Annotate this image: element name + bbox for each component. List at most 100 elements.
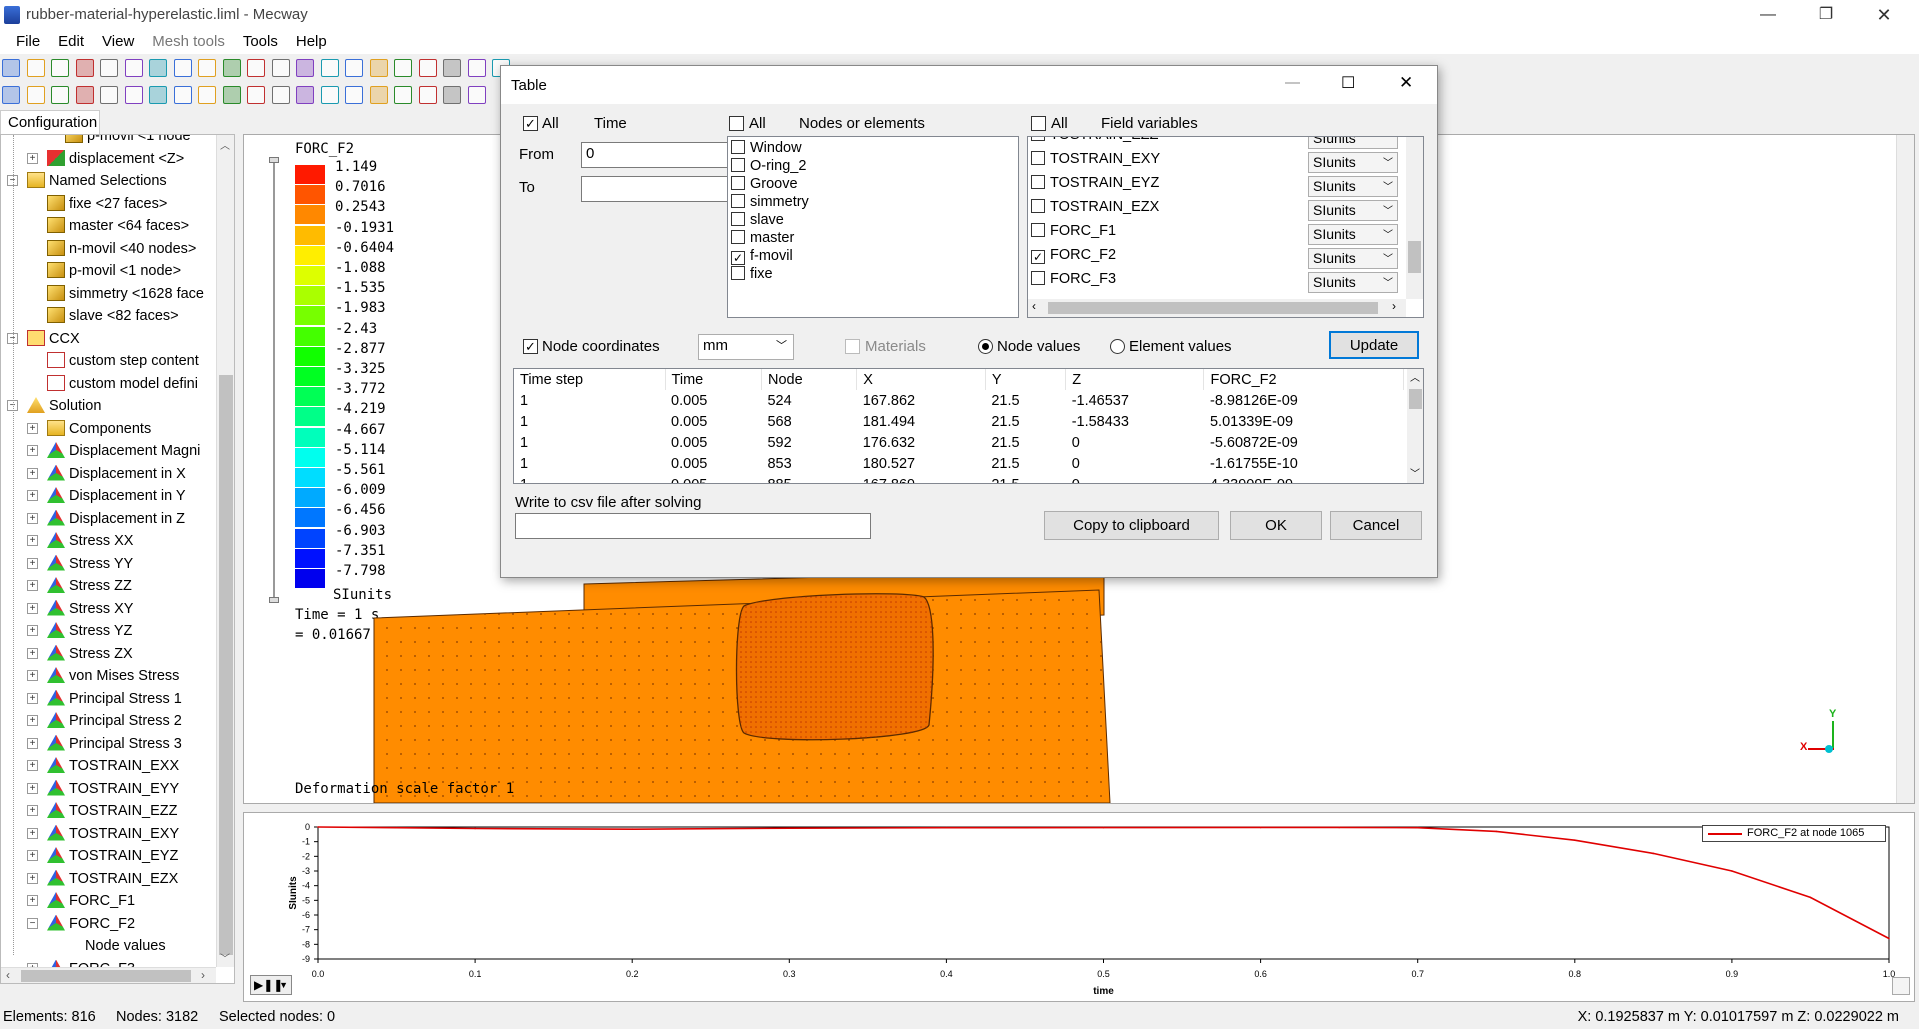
- tree-item[interactable]: Stress YY: [47, 553, 133, 575]
- field-unit-dropdown-icon[interactable]: ﹀: [1383, 137, 1393, 145]
- tree-expand-icon[interactable]: +: [27, 625, 38, 636]
- tb2-tool-19-icon[interactable]: [443, 86, 461, 104]
- tree-expand-icon[interactable]: +: [27, 872, 38, 884]
- tree-item[interactable]: Stress ZX: [47, 643, 133, 665]
- tb2-tool-14-icon[interactable]: [320, 86, 339, 104]
- element-values-radio[interactable]: [1110, 339, 1125, 354]
- tree-expand-icon[interactable]: −: [27, 917, 38, 929]
- tree-item[interactable]: Stress ZZ: [47, 575, 132, 597]
- coord-unit-dropdown-icon[interactable]: ﹀: [776, 337, 787, 353]
- node-set-checkbox[interactable]: [731, 266, 745, 280]
- tb2-tool-1-icon[interactable]: [2, 86, 20, 104]
- field-item[interactable]: TOSTRAIN_EZZ: [1031, 137, 1159, 149]
- node-set-checkbox[interactable]: [731, 212, 745, 226]
- tree-expand-icon[interactable]: +: [27, 895, 38, 906]
- ok-button[interactable]: OK: [1230, 511, 1322, 540]
- node-set-checkbox[interactable]: [731, 230, 745, 244]
- tb2-tool-8-icon[interactable]: [173, 86, 192, 104]
- node-set-checkbox[interactable]: ✓: [731, 251, 745, 265]
- tree-expand-icon[interactable]: +: [27, 445, 38, 456]
- table-scroll-thumb[interactable]: [1409, 389, 1422, 409]
- node-values-radio[interactable]: [978, 339, 993, 354]
- tree-item[interactable]: slave <82 faces>: [47, 305, 179, 327]
- field-item[interactable]: ✓ FORC_F2: [1031, 247, 1116, 269]
- field-checkbox[interactable]: [1031, 271, 1045, 285]
- tb1-tool-7-icon[interactable]: [149, 59, 167, 77]
- tree-expand-icon[interactable]: +: [27, 467, 38, 479]
- tb1-tool-2-icon[interactable]: [26, 59, 45, 77]
- tree-item[interactable]: TOSTRAIN_EZX: [47, 868, 178, 890]
- tb2-tool-16-icon[interactable]: [369, 86, 388, 104]
- tb1-tool-10-icon[interactable]: [222, 59, 241, 77]
- table-header-cell[interactable]: X: [856, 369, 986, 390]
- tree-item[interactable]: Principal Stress 3: [47, 733, 182, 755]
- tb1-tool-11-icon[interactable]: [247, 59, 265, 77]
- field-unit-select[interactable]: SIunits ﹀: [1308, 272, 1398, 293]
- field-checkbox[interactable]: [1031, 175, 1045, 189]
- fields-hscrollbar[interactable]: ‹ ›: [1028, 299, 1406, 317]
- tree-scroll-up-icon[interactable]: ︿: [220, 137, 230, 152]
- node-set-checkbox[interactable]: [731, 176, 745, 190]
- tree-expand-icon[interactable]: +: [27, 827, 38, 839]
- field-unit-dropdown-icon[interactable]: ﹀: [1383, 274, 1393, 289]
- table-scroll-down-icon[interactable]: ﹀: [1410, 465, 1420, 480]
- field-checkbox[interactable]: [1031, 223, 1045, 237]
- tree-item[interactable]: Solution: [27, 395, 101, 417]
- results-table[interactable]: Time step Time Node X Y Z FORC_F2 1 0.005 524 167.…: [513, 368, 1424, 484]
- tree-expand-icon[interactable]: +: [27, 152, 38, 164]
- table-header-cell[interactable]: Time: [665, 369, 762, 390]
- tb1-tool-4-icon[interactable]: [75, 59, 94, 77]
- table-row[interactable]: 1 0.005 853 180.527 21.5 0 -1.61755E-10: [514, 453, 1404, 474]
- close-icon[interactable]: ✕: [1858, 0, 1910, 30]
- tree-item[interactable]: Principal Stress 1: [47, 688, 182, 710]
- menu-file[interactable]: File: [0, 30, 49, 50]
- fields-listbox[interactable]: TOSTRAIN_EZZ SIunits ﹀ TOSTRAIN_EXY SIunits ﹀…: [1027, 136, 1424, 318]
- tree-hscroll-thumb[interactable]: [21, 970, 191, 982]
- nodes-listbox[interactable]: Window O-ring_2 Groove simmetry slave master ✓…: [727, 136, 1019, 318]
- tb1-tool-1-icon[interactable]: [2, 59, 20, 77]
- tb1-tool-12-icon[interactable]: [271, 59, 290, 77]
- tree-item[interactable]: Stress XX: [47, 530, 133, 552]
- field-unit-dropdown-icon[interactable]: ﹀: [1383, 178, 1393, 193]
- tb2-tool-3-icon[interactable]: [51, 86, 69, 104]
- tree-item[interactable]: custom model defini: [47, 373, 198, 395]
- table-header-cell[interactable]: FORC_F2: [1203, 369, 1404, 390]
- tb2-tool-13-icon[interactable]: [296, 86, 314, 104]
- tb2-tool-6-icon[interactable]: [124, 86, 143, 104]
- tree-expand-icon[interactable]: +: [27, 805, 38, 816]
- field-unit-select[interactable]: SIunits ﹀: [1308, 137, 1398, 149]
- csv-path-input[interactable]: [515, 513, 871, 539]
- field-item[interactable]: FORC_F1: [1031, 223, 1116, 245]
- tree-expand-icon[interactable]: +: [27, 557, 38, 569]
- tree-item[interactable]: fixe <27 faces>: [47, 193, 167, 215]
- tree-expand-icon[interactable]: +: [27, 512, 38, 524]
- tree-item[interactable]: Node values: [85, 935, 166, 957]
- tree-scroll-right-icon[interactable]: ›: [201, 968, 205, 982]
- tb1-tool-18-icon[interactable]: [418, 59, 437, 77]
- fields-all-checkbox[interactable]: [1031, 116, 1046, 131]
- field-unit-dropdown-icon[interactable]: ﹀: [1383, 250, 1393, 265]
- tree-item[interactable]: custom step content: [47, 350, 199, 372]
- tree-expand-icon[interactable]: +: [27, 850, 38, 861]
- node-set-item[interactable]: slave: [731, 212, 784, 230]
- tb1-tool-9-icon[interactable]: [198, 59, 216, 77]
- tree-expand-icon[interactable]: +: [27, 715, 38, 726]
- node-set-item[interactable]: simmetry: [731, 194, 809, 212]
- tb1-tool-20-icon[interactable]: [467, 59, 486, 77]
- tree-scroll-left-icon[interactable]: ‹: [6, 968, 10, 982]
- table-scroll-up-icon[interactable]: ︿: [1410, 369, 1420, 384]
- field-unit-dropdown-icon[interactable]: ﹀: [1383, 226, 1393, 241]
- tb2-tool-15-icon[interactable]: [345, 86, 363, 104]
- tb2-tool-4-icon[interactable]: [75, 86, 94, 104]
- node-set-checkbox[interactable]: [731, 194, 745, 208]
- menu-edit[interactable]: Edit: [49, 30, 93, 50]
- field-item[interactable]: TOSTRAIN_EYZ: [1031, 175, 1159, 197]
- fields-vscrollbar[interactable]: [1406, 137, 1423, 299]
- table-header-cell[interactable]: Time step: [514, 369, 666, 390]
- tree-item[interactable]: n-movil <40 nodes>: [47, 238, 196, 260]
- tb1-tool-17-icon[interactable]: [394, 59, 412, 77]
- tree-item[interactable]: TOSTRAIN_EYY: [47, 778, 179, 800]
- tree-expand-icon[interactable]: +: [27, 760, 38, 771]
- tb2-tool-7-icon[interactable]: [149, 86, 167, 104]
- tb2-tool-10-icon[interactable]: [222, 86, 241, 104]
